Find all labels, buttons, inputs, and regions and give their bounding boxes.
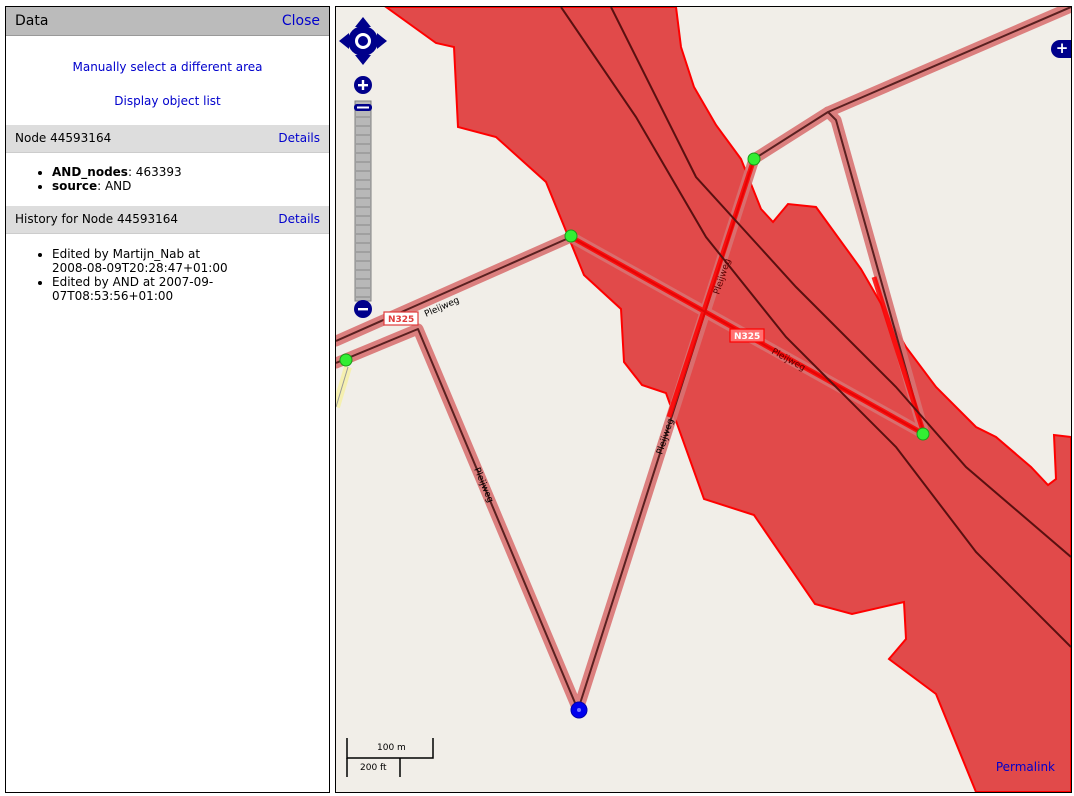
layer-switcher-button[interactable]: + — [1051, 40, 1071, 58]
history-details-link[interactable]: Details — [278, 212, 320, 226]
selected-node-center — [577, 708, 581, 712]
history-entry-date: 2008-08-09T20:28:47+01:00 — [52, 261, 228, 275]
selected-area-polygon[interactable] — [384, 7, 1071, 792]
tag-item: source: AND — [52, 179, 329, 193]
scale-imperial-label: 200 ft — [360, 763, 387, 773]
node-marker[interactable] — [339, 353, 353, 367]
tag-key: AND_nodes — [52, 165, 128, 179]
node-details-link[interactable]: Details — [278, 131, 320, 145]
sidebar-header: Data Close — [6, 7, 329, 36]
history-entry: Edited by Martijn_Nab at2008-08-09T20:28… — [52, 247, 329, 275]
history-entry: Edited by AND at 2007-09-07T08:53:56+01:… — [52, 275, 329, 303]
pan-left-icon[interactable] — [339, 33, 349, 49]
node-marker[interactable] — [564, 229, 578, 243]
pan-down-icon[interactable] — [355, 55, 371, 65]
tag-value: : 463393 — [127, 165, 182, 179]
history-section-header: History for Node 44593164 Details — [6, 206, 329, 234]
history-entry-text: Edited by AND at 2007-09-07T08:53:56+01:… — [52, 275, 214, 303]
permalink-link[interactable]: Permalink — [996, 760, 1055, 774]
data-sidebar: Data Close Manually select a different a… — [5, 6, 330, 793]
zoom-bar[interactable] — [354, 76, 372, 318]
node-tags-list: AND_nodes: 463393 source: AND — [6, 165, 329, 193]
road-shield-label: N325 — [734, 332, 760, 342]
history-list: Edited by Martijn_Nab at2008-08-09T20:28… — [6, 247, 329, 303]
node-section-header: Node 44593164 Details — [6, 125, 329, 153]
map-canvas[interactable]: N325 N325 Pleijweg Pleijweg Pleijweg Ple… — [336, 7, 1071, 792]
road-name-label: Pleijweg — [471, 466, 495, 504]
pan-control[interactable] — [339, 17, 387, 65]
node-marker[interactable] — [747, 152, 761, 166]
sidebar-title: Data — [15, 13, 49, 29]
pan-right-icon[interactable] — [377, 33, 387, 49]
node-title: Node 44593164 — [15, 131, 112, 145]
tag-key: source — [52, 179, 98, 193]
tag-value: : AND — [97, 179, 132, 193]
road-shield-label: N325 — [388, 315, 414, 325]
history-title: History for Node 44593164 — [15, 212, 179, 226]
display-object-list-link[interactable]: Display object list — [6, 94, 329, 108]
zoom-slider-track[interactable] — [354, 100, 372, 302]
close-button[interactable]: Close — [282, 13, 320, 29]
node-marker[interactable] — [916, 427, 930, 441]
manual-select-area-link[interactable]: Manually select a different area — [6, 60, 329, 74]
map-viewport[interactable]: N325 N325 Pleijweg Pleijweg Pleijweg Ple… — [335, 6, 1072, 793]
tag-item: AND_nodes: 463393 — [52, 165, 329, 179]
pan-up-icon[interactable] — [355, 17, 371, 27]
scale-metric-label: 100 m — [377, 743, 406, 753]
road-name-label: Pleijweg — [655, 418, 676, 456]
history-entry-text: Edited by Martijn_Nab at — [52, 247, 201, 261]
